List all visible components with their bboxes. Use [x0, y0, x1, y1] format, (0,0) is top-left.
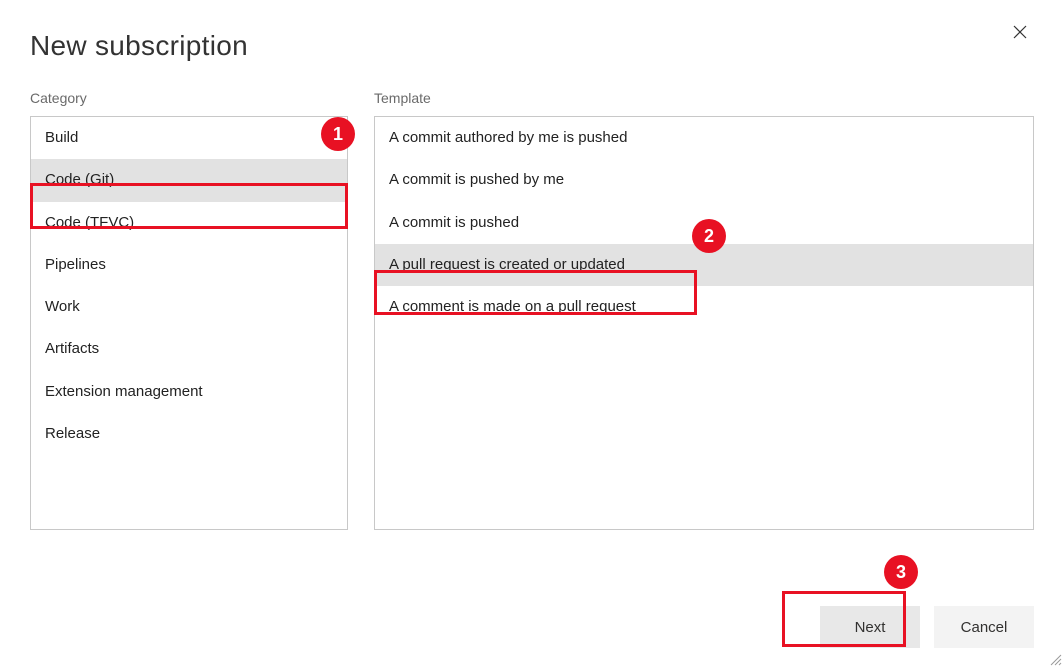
template-column: Template A commit authored by me is push…: [374, 90, 1034, 530]
category-item[interactable]: Work: [31, 286, 347, 328]
template-label: Template: [374, 90, 1034, 106]
next-button[interactable]: Next: [820, 606, 920, 648]
template-item[interactable]: A commit is pushed by me: [375, 159, 1033, 201]
cancel-button[interactable]: Cancel: [934, 606, 1034, 648]
dialog-columns: Category BuildCode (Git)Code (TFVC)Pipel…: [30, 90, 1034, 530]
template-item[interactable]: A comment is made on a pull request: [375, 286, 1033, 328]
template-item[interactable]: A commit authored by me is pushed: [375, 117, 1033, 159]
dialog-footer: Next Cancel: [820, 606, 1034, 648]
annotation-badge-3: 3: [884, 555, 918, 589]
dialog-title: New subscription: [30, 30, 1034, 62]
close-icon: [1013, 25, 1027, 39]
category-item[interactable]: Artifacts: [31, 328, 347, 370]
category-item[interactable]: Code (Git): [31, 159, 347, 201]
category-label: Category: [30, 90, 348, 106]
resize-grip-icon: [1048, 652, 1062, 666]
category-listbox[interactable]: BuildCode (Git)Code (TFVC)PipelinesWorkA…: [30, 116, 348, 530]
category-item[interactable]: Build: [31, 117, 347, 159]
new-subscription-dialog: New subscription Category BuildCode (Git…: [0, 0, 1064, 668]
template-item[interactable]: A pull request is created or updated: [375, 244, 1033, 286]
close-button[interactable]: [1006, 18, 1034, 46]
category-item[interactable]: Extension management: [31, 371, 347, 413]
category-item[interactable]: Release: [31, 413, 347, 455]
template-listbox[interactable]: A commit authored by me is pushedA commi…: [374, 116, 1034, 530]
category-item[interactable]: Pipelines: [31, 244, 347, 286]
category-item[interactable]: Code (TFVC): [31, 202, 347, 244]
template-item[interactable]: A commit is pushed: [375, 202, 1033, 244]
category-column: Category BuildCode (Git)Code (TFVC)Pipel…: [30, 90, 348, 530]
